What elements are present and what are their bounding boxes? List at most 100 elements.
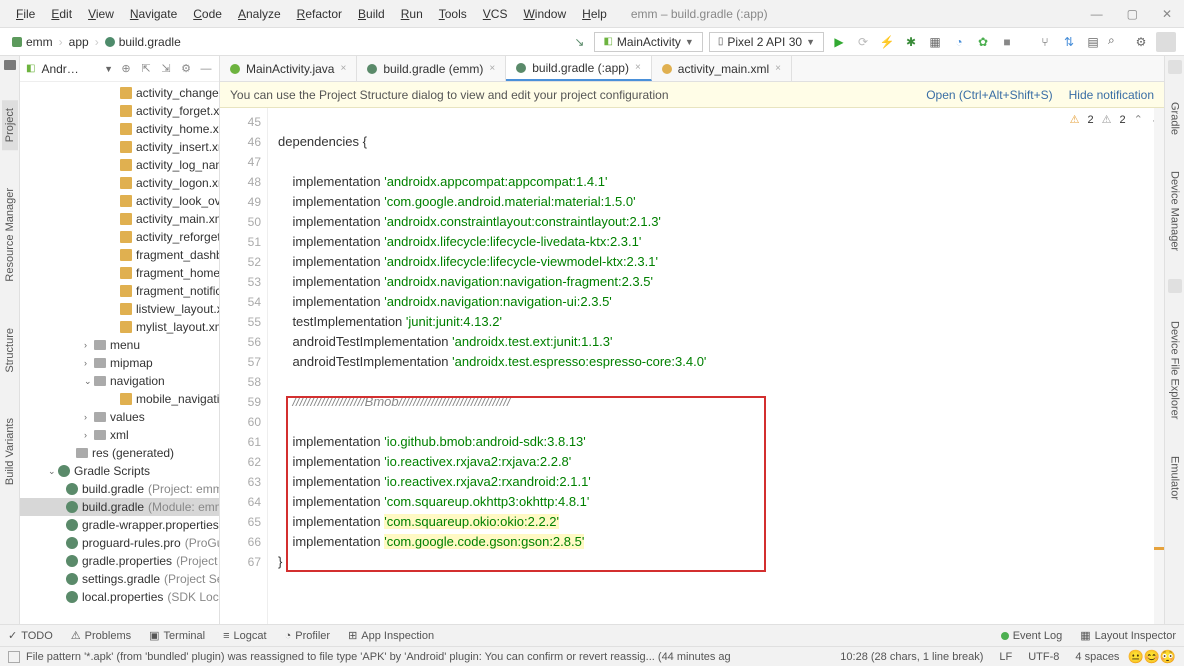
code-line[interactable]: androidTestImplementation 'androidx.test… bbox=[278, 352, 1154, 372]
search-icon[interactable]: ⌕ bbox=[1108, 33, 1126, 51]
project-tree[interactable]: activity_change.xmlactivity_forget.xmlac… bbox=[20, 82, 219, 624]
hide-icon[interactable]: — bbox=[199, 62, 213, 76]
avatar[interactable] bbox=[1156, 32, 1176, 52]
app-inspection-tab[interactable]: ⊞App Inspection bbox=[348, 629, 434, 642]
tree-file[interactable]: fragment_dashboard.xml bbox=[20, 246, 219, 264]
menu-analyze[interactable]: Analyze bbox=[230, 3, 289, 25]
editor-tab[interactable]: build.gradle (emm)× bbox=[357, 56, 506, 81]
tree-folder[interactable]: ›xml bbox=[20, 426, 219, 444]
sync-gradle-icon[interactable]: ⇅ bbox=[1060, 33, 1078, 51]
profiler-icon[interactable]: ◔ bbox=[950, 33, 968, 51]
code-line[interactable]: implementation 'androidx.constraintlayou… bbox=[278, 212, 1154, 232]
tree-file[interactable]: activity_logon.xml bbox=[20, 174, 219, 192]
event-log-tab[interactable]: Event Log bbox=[1001, 630, 1063, 642]
project-icon[interactable] bbox=[4, 60, 16, 70]
breadcrumb-emm[interactable]: emm bbox=[8, 33, 57, 51]
code-line[interactable]: implementation 'androidx.lifecycle:lifec… bbox=[278, 232, 1154, 252]
tree-file[interactable]: activity_forget.xml bbox=[20, 102, 219, 120]
menu-refactor[interactable]: Refactor bbox=[289, 3, 350, 25]
tree-file[interactable]: activity_insert.xml bbox=[20, 138, 219, 156]
code-line[interactable]: dependencies { bbox=[278, 132, 1154, 152]
code-line[interactable]: implementation 'com.squareup.okhttp3:okh… bbox=[278, 492, 1154, 512]
tree-gradle-file[interactable]: proguard-rules.pro(ProGuard) bbox=[20, 534, 219, 552]
code-line[interactable]: implementation 'io.reactivex.rxjava2:rxa… bbox=[278, 472, 1154, 492]
stop-button[interactable]: ■ bbox=[998, 33, 1016, 51]
editor-tab[interactable]: MainActivity.java× bbox=[220, 56, 357, 81]
code-line[interactable]: implementation 'com.google.android.mater… bbox=[278, 192, 1154, 212]
code-line[interactable] bbox=[278, 152, 1154, 172]
code-line[interactable]: implementation 'io.reactivex.rxjava2:rxj… bbox=[278, 452, 1154, 472]
tree-gradle-file[interactable]: build.gradle(Module: emm.app) bbox=[20, 498, 219, 516]
tree-file[interactable]: activity_home.xml bbox=[20, 120, 219, 138]
menu-navigate[interactable]: Navigate bbox=[122, 3, 185, 25]
close-tab-icon[interactable]: × bbox=[340, 63, 346, 74]
layout-inspector-tab[interactable]: ▦Layout Inspector bbox=[1080, 629, 1176, 642]
code-line[interactable]: implementation 'androidx.lifecycle:lifec… bbox=[278, 252, 1154, 272]
code-line[interactable]: testImplementation 'junit:junit:4.13.2' bbox=[278, 312, 1154, 332]
project-tab[interactable]: Project bbox=[2, 100, 18, 150]
menu-view[interactable]: View bbox=[80, 3, 122, 25]
code-line[interactable]: implementation 'androidx.appcompat:appco… bbox=[278, 172, 1154, 192]
chevron-up-icon[interactable]: ⌃ bbox=[1134, 110, 1143, 130]
menu-tools[interactable]: Tools bbox=[431, 3, 475, 25]
status-icon[interactable] bbox=[8, 651, 20, 663]
code-line[interactable]: implementation 'com.squareup.okio:okio:2… bbox=[278, 512, 1154, 532]
code-line[interactable]: ////////////////////Bmob////////////////… bbox=[278, 392, 1154, 412]
tree-file[interactable]: activity_main.xml bbox=[20, 210, 219, 228]
code-body[interactable]: ⚠2 ⚠2 ⌃ ⌄ dependencies { implementation … bbox=[268, 108, 1164, 624]
close-tab-icon[interactable]: × bbox=[775, 63, 781, 74]
menu-code[interactable]: Code bbox=[185, 3, 230, 25]
close-tab-icon[interactable]: × bbox=[489, 63, 495, 74]
tree-file[interactable]: mylist_layout.xml bbox=[20, 318, 219, 336]
code-line[interactable]: implementation 'io.github.bmob:android-s… bbox=[278, 432, 1154, 452]
problems-tab[interactable]: ⚠Problems bbox=[71, 629, 131, 642]
hammer-build-icon[interactable]: ↘ bbox=[570, 33, 588, 51]
tree-gradle-file[interactable]: build.gradle(Project: emm) bbox=[20, 480, 219, 498]
editor-tab[interactable]: activity_main.xml× bbox=[652, 56, 792, 81]
profiler-tab[interactable]: ◔Profiler bbox=[285, 630, 331, 642]
scrollbar[interactable] bbox=[1154, 108, 1164, 624]
avd-manager-icon[interactable]: ▤ bbox=[1084, 33, 1102, 51]
build-variants-tab[interactable]: Build Variants bbox=[2, 410, 18, 493]
tree-gradle-file[interactable]: settings.gradle(Project Settings) bbox=[20, 570, 219, 588]
line-separator[interactable]: LF bbox=[991, 651, 1020, 663]
gradle-tab[interactable]: Gradle bbox=[1167, 94, 1183, 143]
run-button[interactable]: ▶ bbox=[830, 33, 848, 51]
structure-tab[interactable]: Structure bbox=[2, 320, 18, 381]
menu-window[interactable]: Window bbox=[515, 3, 574, 25]
gradle-icon[interactable] bbox=[1168, 60, 1182, 74]
device-file-explorer-icon[interactable] bbox=[1168, 279, 1182, 293]
logcat-tab[interactable]: ≡Logcat bbox=[223, 630, 266, 642]
menu-edit[interactable]: Edit bbox=[43, 3, 80, 25]
attach-debugger-icon[interactable]: ✿ bbox=[974, 33, 992, 51]
tree-folder[interactable]: ›values bbox=[20, 408, 219, 426]
tree-file[interactable]: activity_reforget.xml bbox=[20, 228, 219, 246]
tree-file[interactable]: fragment_notifications.xml bbox=[20, 282, 219, 300]
indent[interactable]: 4 spaces bbox=[1067, 651, 1127, 663]
close-button[interactable]: ✕ bbox=[1158, 7, 1176, 21]
code-line[interactable] bbox=[278, 372, 1154, 392]
code-line[interactable] bbox=[278, 112, 1154, 132]
inspection-indicator[interactable]: ⚠2 ⚠2 ⌃ ⌄ bbox=[1070, 110, 1160, 130]
expand-icon[interactable]: ⇱ bbox=[139, 62, 153, 76]
device-manager-tab[interactable]: Device Manager bbox=[1167, 163, 1183, 259]
menu-build[interactable]: Build bbox=[350, 3, 393, 25]
debug-button[interactable]: ✱ bbox=[902, 33, 920, 51]
code-editor[interactable]: 45▶4647484950515253545556575859606162636… bbox=[220, 108, 1164, 624]
tree-folder[interactable]: ›mipmap bbox=[20, 354, 219, 372]
tree-file[interactable]: activity_log_name.xml bbox=[20, 156, 219, 174]
menu-run[interactable]: Run bbox=[393, 3, 431, 25]
tree-gradle-file[interactable]: gradle-wrapper.properties bbox=[20, 516, 219, 534]
tree-folder[interactable]: ›menu bbox=[20, 336, 219, 354]
apply-changes-icon[interactable]: ⟳ bbox=[854, 33, 872, 51]
gear-icon[interactable]: ⚙ bbox=[179, 62, 193, 76]
editor-tab[interactable]: build.gradle (:app)× bbox=[506, 56, 652, 81]
tree-file[interactable]: activity_change.xml bbox=[20, 84, 219, 102]
device-dropdown[interactable]: ▯ Pixel 2 API 30 ▼ bbox=[709, 32, 824, 52]
hide-notification-link[interactable]: Hide notification bbox=[1069, 88, 1154, 102]
collapse-icon[interactable]: ⇲ bbox=[159, 62, 173, 76]
cursor-position[interactable]: 10:28 (28 chars, 1 line break) bbox=[832, 651, 991, 663]
resource-manager-tab[interactable]: Resource Manager bbox=[2, 180, 18, 290]
tree-file[interactable]: fragment_home.xml bbox=[20, 264, 219, 282]
tree-gradle-file[interactable]: local.properties(SDK Location) bbox=[20, 588, 219, 606]
